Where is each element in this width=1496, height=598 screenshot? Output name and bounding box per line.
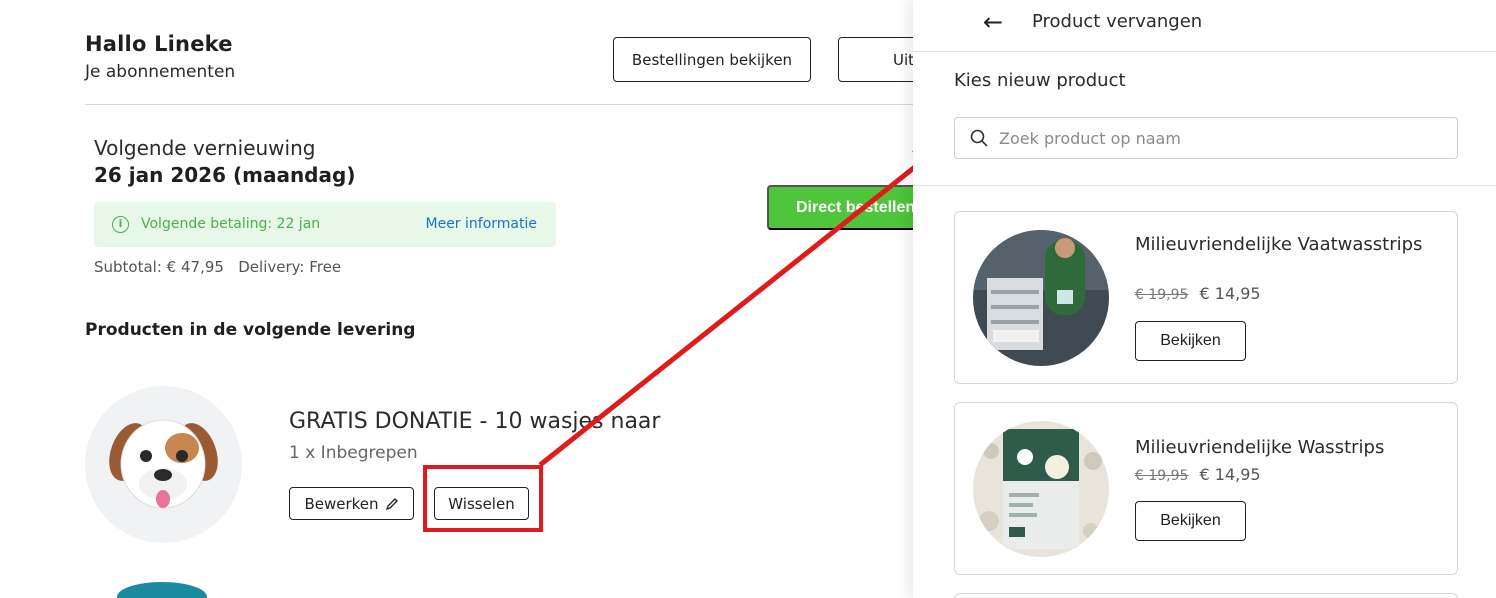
product-quantity: 1 x Inbegrepen [289,443,418,463]
subscriptions-subtitle: Je abonnementen [85,62,236,82]
product-card: Milieuvriendelijke Vaatwasstrips € 19,95… [954,211,1458,384]
product-avatar [85,386,242,543]
new-price: € 14,95 [1199,284,1261,303]
product-name: GRATIS DONATIE - 10 wasjes naar [289,409,661,434]
payment-notice-text: Volgende betaling: 22 jan [141,216,321,232]
back-arrow-icon[interactable]: ← [983,8,1003,36]
order-summary: Subtotal: € 47,95 Delivery: Free [94,258,341,276]
card-product-name: Milieuvriendelijke Vaatwasstrips [1135,234,1423,255]
new-price: € 14,95 [1199,465,1261,484]
annotation-highlight-box [423,465,543,532]
old-price: € 19,95 [1135,287,1189,303]
renewal-date: 26 jan 2026 (maandag) [94,163,356,187]
search-input[interactable] [999,126,1449,150]
payment-notice: i Volgende betaling: 22 jan Meer informa… [94,202,556,247]
card-product-name: Milieuvriendelijke Wasstrips [1135,437,1385,458]
dishwasher-photo [973,230,1109,366]
more-info-link[interactable]: Meer informatie [426,216,538,232]
view-orders-button[interactable]: Bestellingen bekijken [613,37,811,82]
edit-label: Bewerken [304,494,379,513]
view-product-button[interactable]: Bekijken [1135,321,1246,361]
pencil-icon [385,497,398,510]
laundry-sheets-photo [973,421,1109,557]
search-box [954,117,1458,159]
product-card [954,593,1458,598]
old-price: € 19,95 [1135,468,1189,484]
search-icon [970,129,988,147]
delivery-text: Delivery: Free [238,258,342,276]
header-divider [85,104,925,105]
info-icon: i [112,216,129,233]
panel-divider [913,185,1496,186]
dog-face-icon [109,419,218,509]
product-card: Milieuvriendelijke Wasstrips € 19,95 € 1… [954,402,1458,575]
edit-product-button[interactable]: Bewerken [289,487,414,520]
view-product-button[interactable]: Bekijken [1135,501,1246,541]
panel-header: ← Product vervangen [913,0,1496,52]
second-product-thumbnail [117,582,207,598]
card-price-row: € 19,95 € 14,95 [1135,284,1261,303]
direct-order-button[interactable]: Direct bestellen [767,185,927,230]
replace-product-panel: ← Product vervangen Kies nieuw product Z… [913,0,1496,598]
choose-product-label: Kies nieuw product [954,70,1126,91]
panel-title: Product vervangen [1032,11,1203,32]
subtotal-text: Subtotal: € 47,95 [94,258,224,276]
greeting-title: Hallo Lineke [85,32,233,56]
card-price-row: € 19,95 € 14,95 [1135,465,1261,484]
products-heading: Producten in de volgende levering [85,320,416,340]
renewal-label: Volgende vernieuwing [94,136,316,160]
